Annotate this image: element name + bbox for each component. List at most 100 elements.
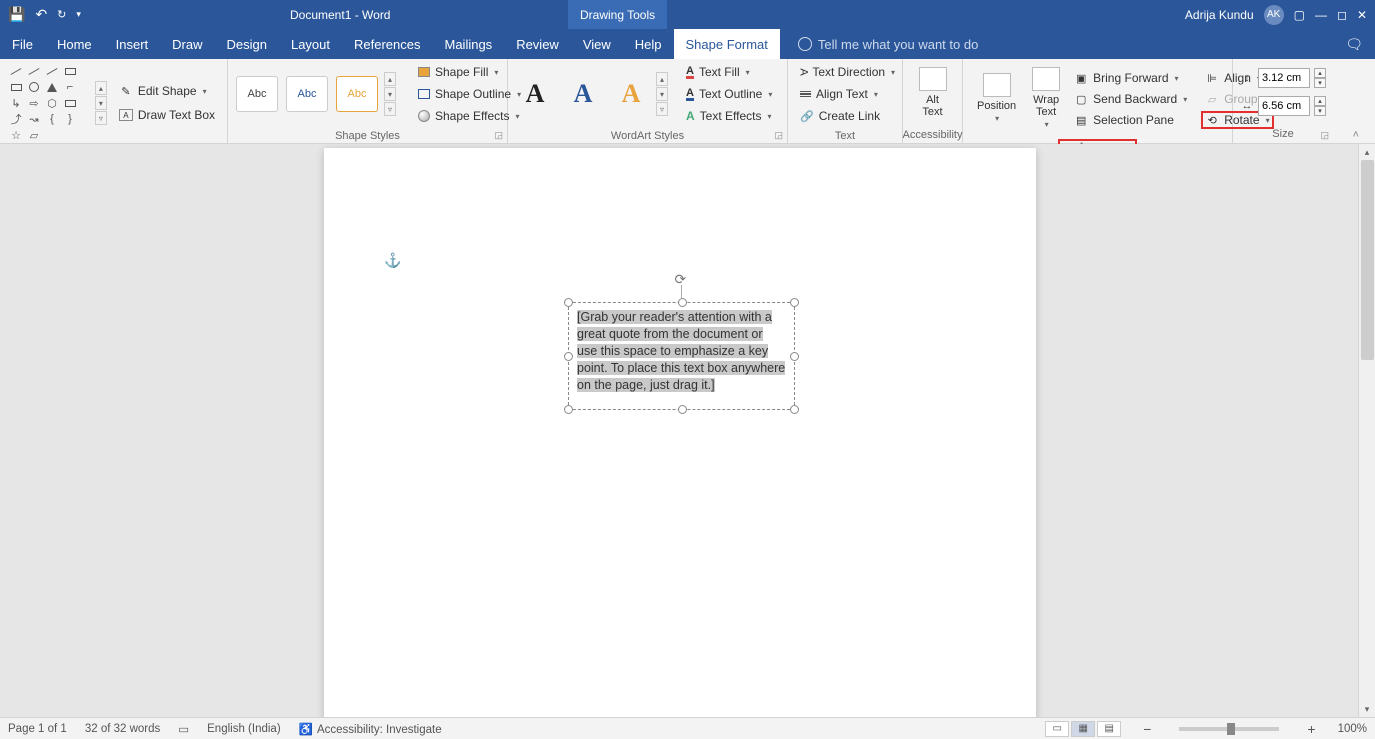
tab-draw[interactable]: Draw — [160, 29, 214, 59]
user-avatar[interactable]: AK — [1264, 5, 1284, 25]
tab-help[interactable]: Help — [623, 29, 674, 59]
dialog-launcher-icon[interactable]: ◲ — [1320, 130, 1329, 141]
tab-insert[interactable]: Insert — [104, 29, 161, 59]
shape-style-swatch[interactable]: Abc — [336, 76, 378, 112]
user-name[interactable]: Adrija Kundu — [1185, 8, 1254, 22]
shape-connector-icon[interactable]: ↳ — [10, 97, 22, 109]
width-spin-down-icon[interactable]: ▾ — [1314, 106, 1326, 116]
shape-style-swatch[interactable]: Abc — [236, 76, 278, 112]
shape-style-swatch[interactable]: Abc — [286, 76, 328, 112]
tell-me-search[interactable]: Tell me what you want to do — [780, 29, 978, 59]
resize-handle-left[interactable] — [564, 352, 573, 361]
shape-line-icon[interactable] — [28, 65, 40, 77]
page[interactable] — [324, 148, 1036, 717]
gallery-scroll-up-icon[interactable]: ▴ — [95, 81, 107, 95]
text-direction-button[interactable]: AText Direction▾ — [796, 63, 899, 81]
anchor-icon[interactable]: ⚓ — [384, 252, 401, 269]
tab-review[interactable]: Review — [504, 29, 571, 59]
status-language[interactable]: English (India) — [207, 723, 281, 735]
text-outline-button[interactable]: AText Outline▾ — [682, 85, 776, 103]
tab-file[interactable]: File — [0, 29, 45, 59]
edit-shape-button[interactable]: ✎ Edit Shape ▾ — [115, 82, 219, 100]
alt-text-button[interactable]: AltText — [913, 63, 953, 122]
draw-text-box-button[interactable]: A Draw Text Box — [115, 106, 219, 124]
dialog-launcher-icon[interactable]: ◲ — [494, 130, 503, 141]
shape-tri-icon[interactable] — [46, 81, 58, 93]
vertical-scrollbar[interactable]: ▴ ▾ — [1358, 144, 1375, 717]
resize-handle-top[interactable] — [678, 298, 687, 307]
resize-handle-bottom-left[interactable] — [564, 405, 573, 414]
width-spin-up-icon[interactable]: ▴ — [1314, 96, 1326, 106]
gallery-scroll-down-icon[interactable]: ▾ — [384, 87, 396, 101]
bring-forward-button[interactable]: ▣Bring Forward▾ — [1070, 69, 1191, 87]
status-spellcheck-icon[interactable]: ▭ — [178, 722, 189, 736]
shape-star-icon[interactable]: ☆ — [10, 129, 22, 141]
view-read-mode-icon[interactable]: ▭ — [1045, 721, 1069, 737]
shape-rect-icon[interactable] — [64, 65, 76, 77]
scroll-up-icon[interactable]: ▴ — [1359, 144, 1375, 160]
shape-connector-icon[interactable]: ⌐ — [64, 81, 76, 93]
zoom-slider-knob[interactable] — [1227, 723, 1235, 735]
zoom-slider[interactable] — [1179, 727, 1279, 731]
align-text-button[interactable]: Align Text▾ — [796, 85, 882, 103]
ribbon-display-options-icon[interactable]: ▢ — [1294, 8, 1305, 22]
shape-callout-icon[interactable]: ▱ — [28, 129, 40, 141]
view-print-layout-icon[interactable]: ▦ — [1071, 721, 1095, 737]
tab-layout[interactable]: Layout — [279, 29, 342, 59]
zoom-out-button[interactable]: − — [1139, 721, 1155, 737]
tab-home[interactable]: Home — [45, 29, 104, 59]
status-page[interactable]: Page 1 of 1 — [8, 723, 67, 735]
gallery-scroll-up-icon[interactable]: ▴ — [656, 72, 668, 86]
text-box[interactable]: ⟳ [Grab your reader's attention with a g… — [568, 302, 795, 410]
gallery-scroll-up-icon[interactable]: ▴ — [384, 72, 396, 86]
resize-handle-top-right[interactable] — [790, 298, 799, 307]
shape-brace-icon[interactable]: } — [64, 113, 76, 125]
tab-references[interactable]: References — [342, 29, 432, 59]
shapes-gallery[interactable]: ⌐ ↳ ⇨ ⬡ ⤴ ↝ { } ☆ ▱ — [8, 63, 93, 143]
text-effects-button[interactable]: AText Effects▾ — [682, 107, 776, 125]
shape-arrow-icon[interactable]: ⇨ — [28, 97, 40, 109]
share-icon[interactable]: 🗨 — [1345, 36, 1363, 53]
text-box-content[interactable]: [Grab your reader's attention with a gre… — [569, 303, 794, 400]
zoom-in-button[interactable]: + — [1303, 721, 1319, 737]
shape-arrow-icon[interactable]: ⤴ — [10, 113, 22, 125]
resize-handle-bottom[interactable] — [678, 405, 687, 414]
rotate-handle-icon[interactable]: ⟳ — [675, 271, 689, 285]
maximize-icon[interactable]: ◻ — [1337, 8, 1347, 22]
tab-view[interactable]: View — [571, 29, 623, 59]
shape-line-icon[interactable] — [46, 65, 58, 77]
gallery-more-icon[interactable]: ▿ — [95, 111, 107, 125]
zoom-level[interactable]: 100% — [1338, 723, 1367, 735]
document-area[interactable]: ⚓ ⟳ [Grab your reader's attention with a… — [0, 144, 1375, 717]
text-fill-button[interactable]: AText Fill▾ — [682, 63, 776, 81]
resize-handle-right[interactable] — [790, 352, 799, 361]
scroll-down-icon[interactable]: ▾ — [1359, 701, 1375, 717]
minimize-icon[interactable]: — — [1315, 8, 1327, 22]
view-web-layout-icon[interactable]: ▤ — [1097, 721, 1121, 737]
shape-hex-icon[interactable]: ⬡ — [46, 97, 58, 109]
undo-icon[interactable]: ↶ — [35, 6, 47, 23]
wrap-text-button[interactable]: WrapText ▾ — [1026, 63, 1066, 135]
wordart-swatch[interactable]: A — [564, 75, 602, 113]
height-spin-up-icon[interactable]: ▴ — [1314, 68, 1326, 78]
shape-rect-icon[interactable] — [10, 81, 22, 93]
close-icon[interactable]: ✕ — [1357, 8, 1367, 22]
qat-customize-icon[interactable]: ▾ — [76, 9, 81, 20]
send-backward-button[interactable]: ▢Send Backward▾ — [1070, 90, 1191, 108]
resize-handle-top-left[interactable] — [564, 298, 573, 307]
create-link-button[interactable]: 🔗Create Link — [796, 107, 884, 125]
collapse-ribbon-icon[interactable]: ˄ — [1353, 129, 1359, 141]
shape-height-input[interactable] — [1258, 68, 1310, 88]
shape-line-icon[interactable] — [10, 65, 22, 77]
gallery-scroll-down-icon[interactable]: ▾ — [656, 87, 668, 101]
gallery-more-icon[interactable]: ▿ — [656, 102, 668, 116]
tab-design[interactable]: Design — [215, 29, 279, 59]
shape-brace-icon[interactable]: { — [46, 113, 58, 125]
tab-shape-format[interactable]: Shape Format — [674, 29, 780, 59]
wordart-gallery[interactable]: A A A — [516, 75, 650, 113]
wordart-swatch[interactable]: A — [516, 75, 554, 113]
tab-mailings[interactable]: Mailings — [433, 29, 505, 59]
save-icon[interactable]: 💾 — [8, 6, 25, 23]
scroll-thumb[interactable] — [1361, 160, 1374, 360]
shape-arrow-icon[interactable]: ↝ — [28, 113, 40, 125]
